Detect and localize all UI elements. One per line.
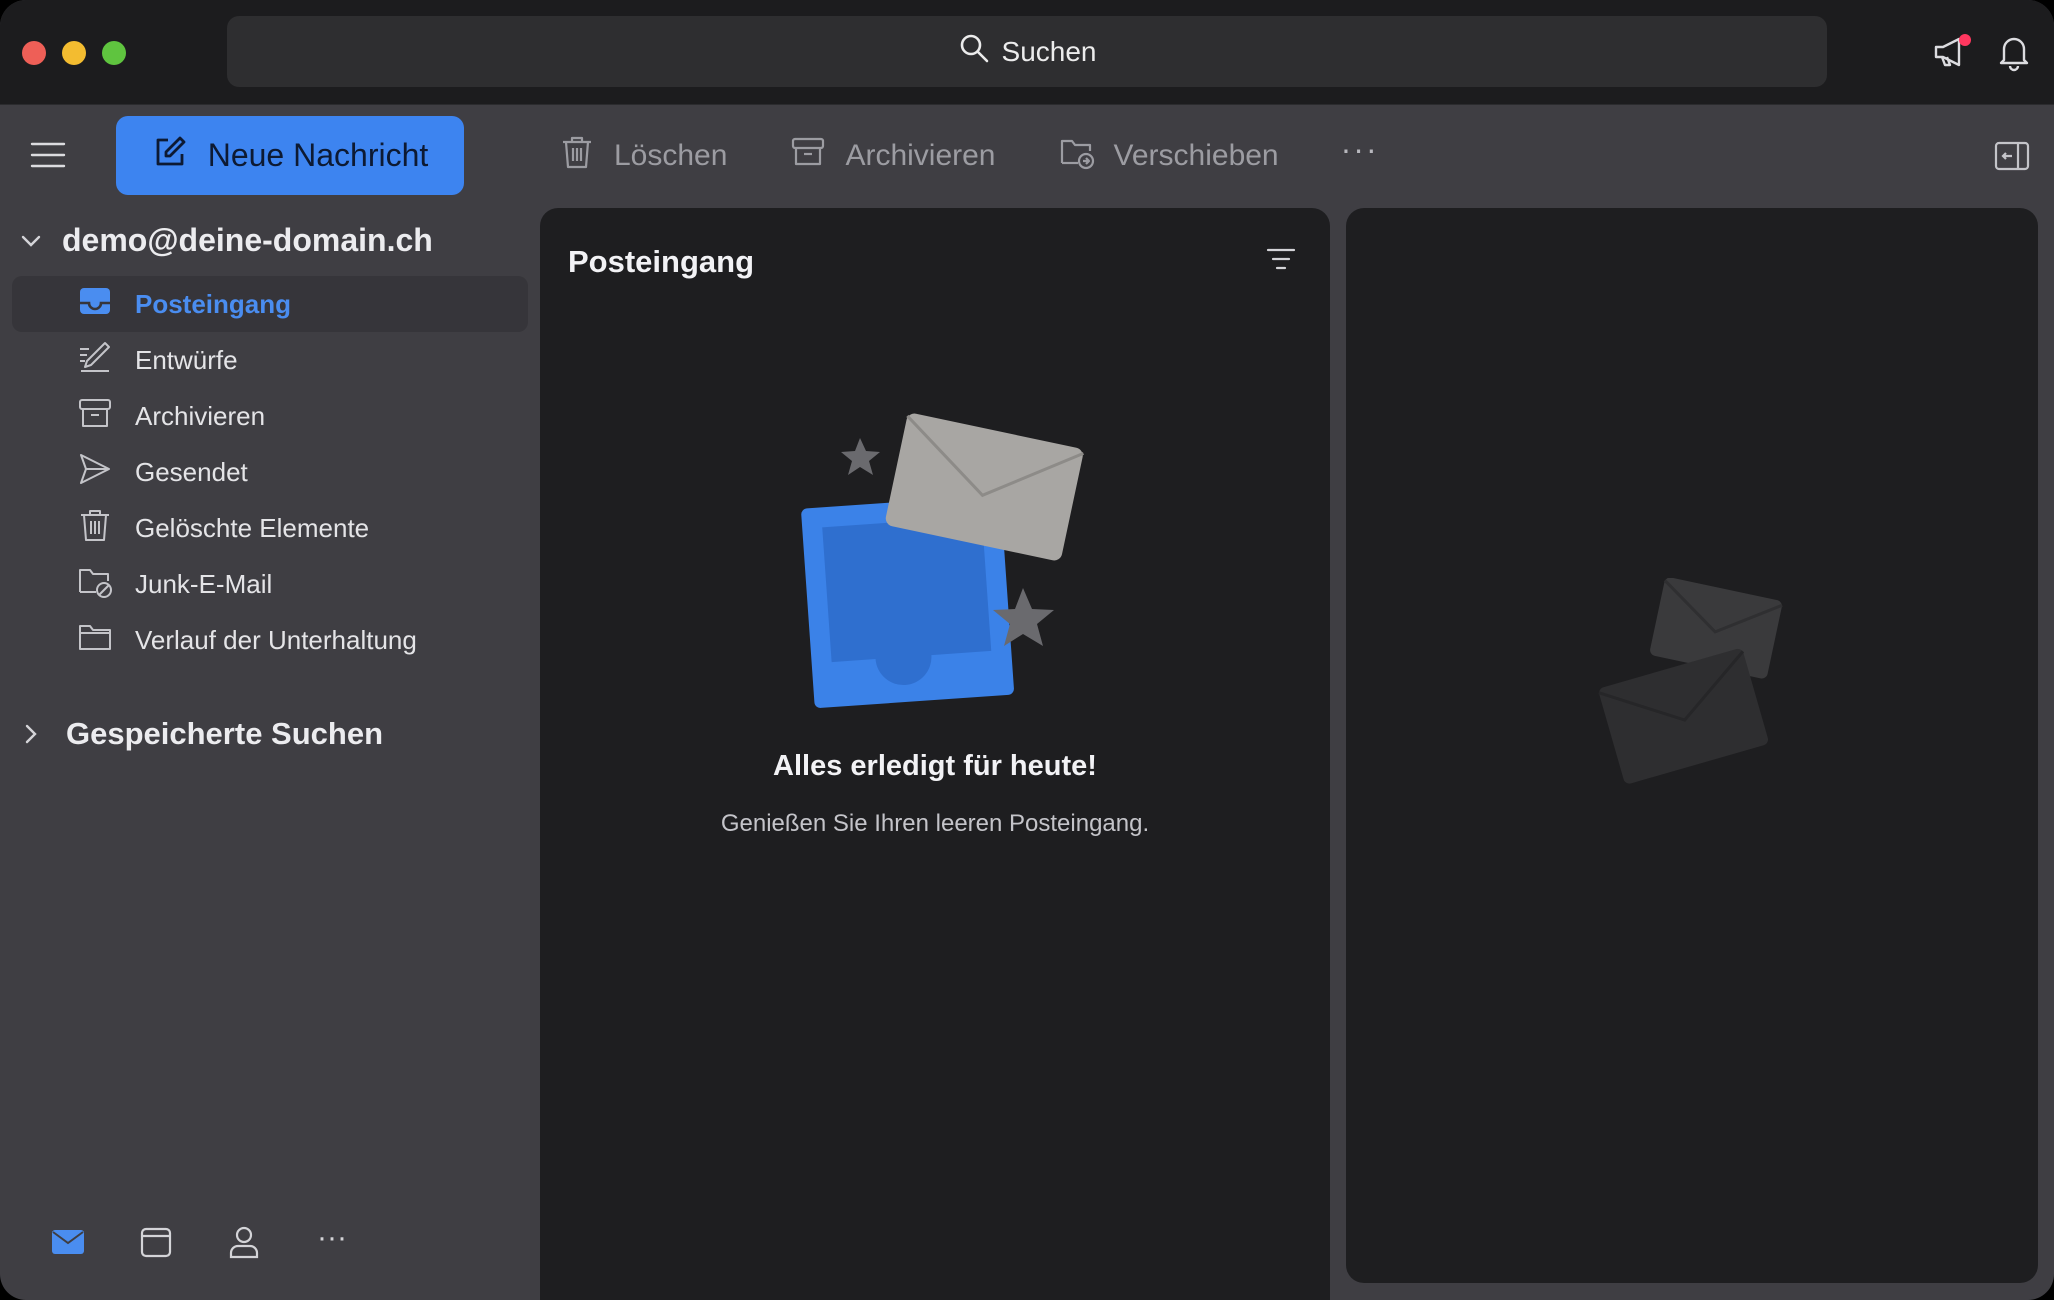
chevron-down-icon — [18, 228, 44, 254]
mail-nav-button[interactable] — [50, 1226, 86, 1262]
archive-icon — [77, 395, 113, 438]
folder-item-inbox[interactable]: Posteingang — [12, 276, 528, 332]
folder-label: Verlauf der Unterhaltung — [135, 624, 417, 655]
empty-inbox-illustration — [778, 408, 1098, 718]
archive-icon — [789, 133, 827, 179]
message-list-pane: Posteingang Alles erledigt für heute! Ge… — [540, 208, 1330, 1300]
move-folder-icon — [1058, 133, 1096, 179]
chevron-right-icon — [18, 721, 44, 747]
junk-icon — [77, 563, 113, 606]
folder-list: Posteingang Entwürfe Archivieren Gesende… — [12, 276, 528, 668]
folder-label: Entwürfe — [135, 344, 238, 375]
archive-label: Archivieren — [845, 139, 996, 172]
folder-label: Junk-E-Mail — [135, 568, 273, 599]
mail-icon — [50, 1224, 86, 1265]
bottom-nav: ··· — [50, 1221, 350, 1262]
new-message-label: Neue Nachricht — [207, 137, 429, 173]
more-actions-button[interactable]: ··· — [1341, 131, 1379, 168]
folder-label: Archivieren — [135, 400, 266, 431]
trash-icon — [558, 133, 596, 179]
saved-searches-label: Gespeicherte Suchen — [66, 716, 384, 751]
folder-item-sent[interactable]: Gesendet — [12, 444, 528, 500]
account-header[interactable]: demo@deine-domain.ch — [18, 222, 433, 259]
compose-icon — [152, 134, 188, 178]
envelopes-illustration — [1586, 577, 1806, 798]
search-label: Suchen — [1001, 35, 1097, 67]
sent-icon — [77, 451, 113, 494]
saved-searches-header[interactable]: Gespeicherte Suchen — [18, 716, 383, 752]
notification-dot — [1959, 34, 1971, 46]
person-icon — [226, 1224, 262, 1265]
folder-item-junk[interactable]: Junk-E-Mail — [12, 556, 528, 612]
folder-item-deleted[interactable]: Gelöschte Elemente — [12, 500, 528, 556]
folder-icon — [77, 619, 113, 662]
calendar-nav-button[interactable] — [138, 1226, 174, 1262]
folder-item-archive[interactable]: Archivieren — [12, 388, 528, 444]
mail-window: Suchen Neue Nachricht Löschen Archiviere… — [0, 0, 2054, 1300]
megaphone-icon[interactable] — [1931, 32, 1971, 72]
title-bar: Suchen — [0, 0, 2054, 105]
delete-label: Löschen — [614, 139, 728, 172]
more-apps-button[interactable]: ··· — [314, 1220, 350, 1256]
minimize-window-button[interactable] — [62, 41, 86, 65]
archive-button[interactable]: Archivieren — [789, 133, 996, 179]
delete-button[interactable]: Löschen — [558, 133, 727, 179]
move-label: Verschieben — [1113, 139, 1279, 172]
move-button[interactable]: Verschieben — [1058, 133, 1279, 179]
drafts-icon — [77, 339, 113, 382]
search-icon — [958, 32, 990, 71]
zoom-window-button[interactable] — [102, 41, 126, 65]
message-toolbar: Löschen Archivieren Verschieben ··· — [558, 130, 1379, 182]
folder-item-conversation-history[interactable]: Verlauf der Unterhaltung — [12, 612, 528, 668]
close-window-button[interactable] — [22, 41, 46, 65]
empty-state-subtitle: Genießen Sie Ihren leeren Posteingang. — [720, 810, 1150, 837]
account-email: demo@deine-domain.ch — [62, 222, 433, 258]
folder-label: Posteingang — [135, 288, 292, 319]
contacts-nav-button[interactable] — [226, 1226, 262, 1262]
reading-pane — [1346, 208, 2038, 1283]
folder-label: Gelöschte Elemente — [135, 512, 370, 543]
filter-icon[interactable] — [1266, 246, 1296, 272]
list-title: Posteingang — [568, 244, 755, 279]
hamburger-menu-icon[interactable] — [30, 140, 66, 170]
folder-item-drafts[interactable]: Entwürfe — [12, 332, 528, 388]
panel-toggle-icon[interactable] — [1994, 140, 2030, 172]
empty-state-title: Alles erledigt für heute! — [773, 750, 1097, 782]
new-message-button[interactable]: Neue Nachricht — [116, 116, 464, 195]
inbox-icon — [77, 283, 113, 326]
calendar-icon — [138, 1224, 174, 1265]
folder-label: Gesendet — [135, 456, 248, 487]
search-bar[interactable]: Suchen — [227, 16, 1827, 87]
trash-icon — [77, 507, 113, 550]
bell-icon[interactable] — [1994, 32, 2034, 72]
